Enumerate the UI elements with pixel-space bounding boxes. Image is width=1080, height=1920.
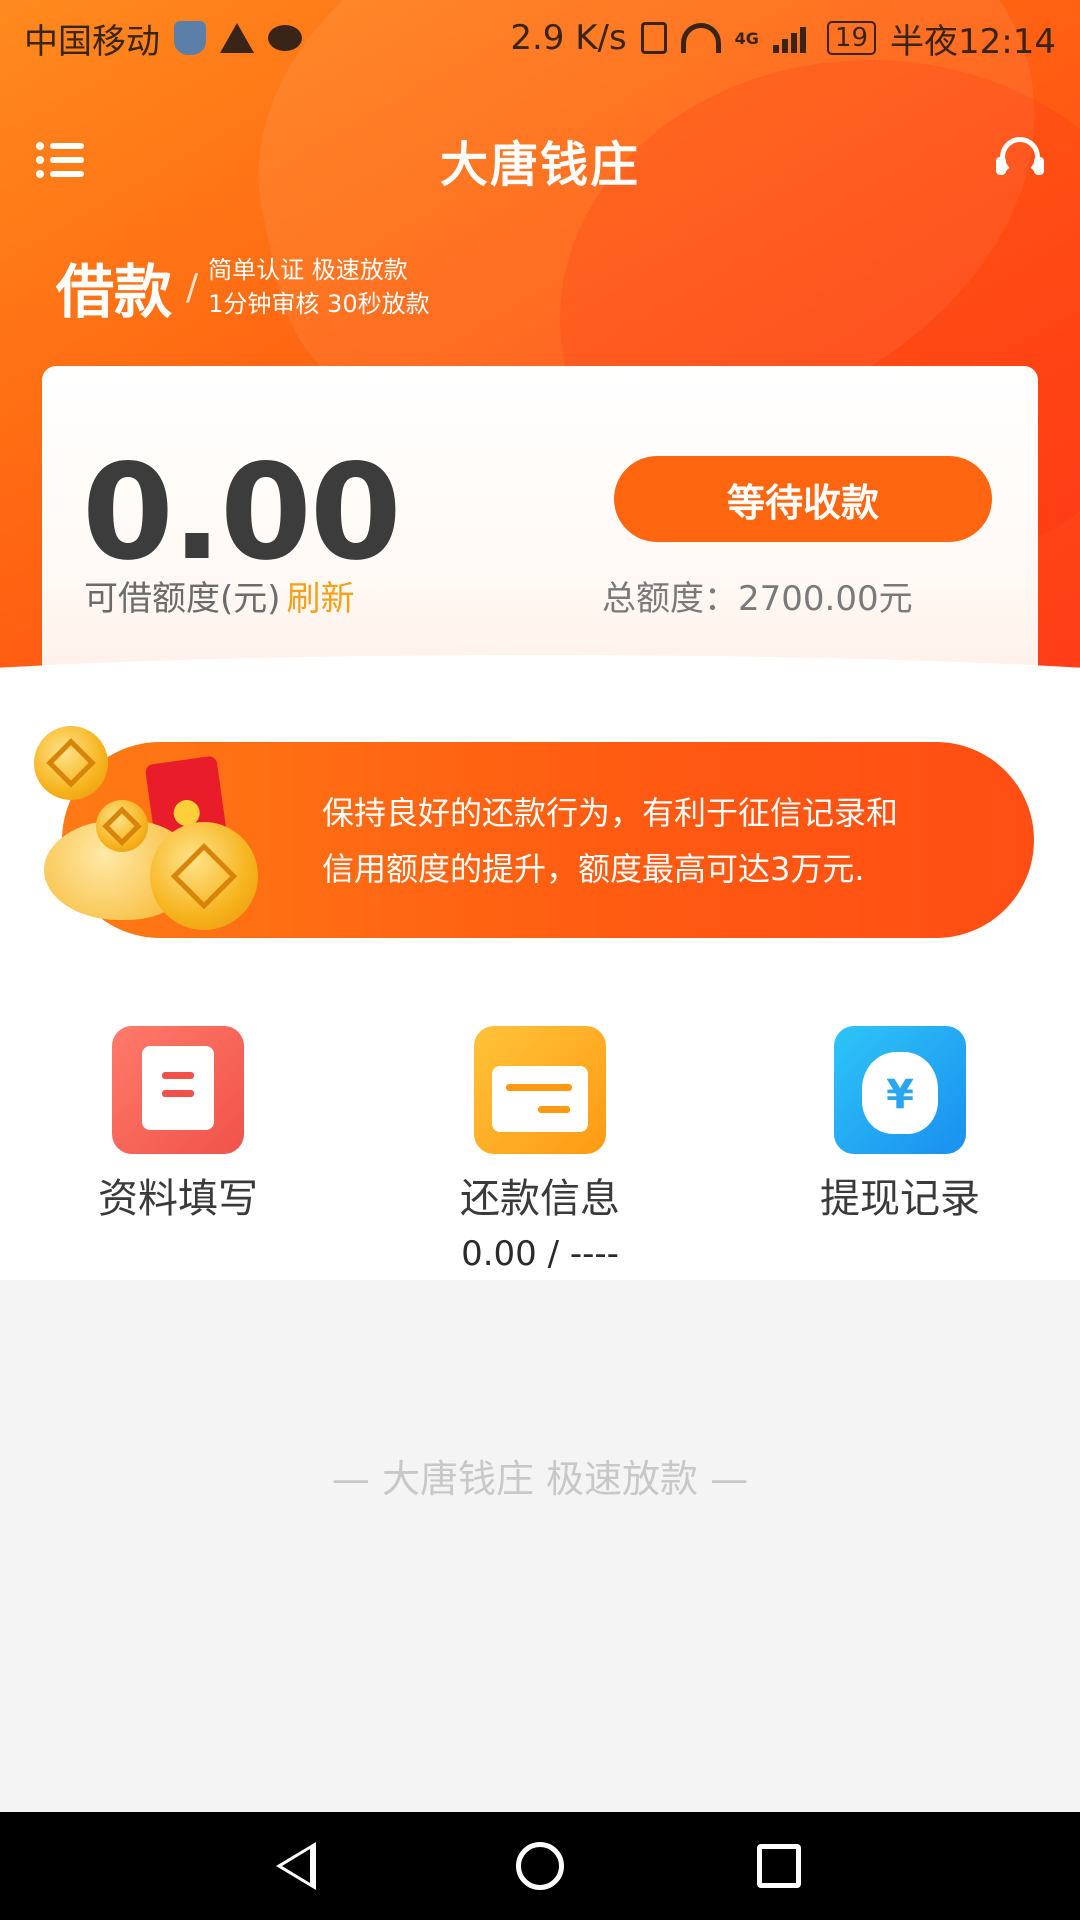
signal-icon [772,23,813,53]
home-icon[interactable] [516,1842,564,1890]
card-icon [474,1026,606,1154]
money-bag-icon: ¥ [834,1026,966,1154]
slogan-divider: / [186,266,199,308]
slogan-line-2: 1分钟审核 30秒放款 [208,290,430,318]
network-speed: 2.9 K/s [510,18,627,58]
status-bar: 中国移动 2.9 K/s 4G 19 半夜12:14 [0,0,1080,76]
system-navigation-bar [0,1812,1080,1920]
available-label: 可借额度(元) 刷新 [84,571,355,620]
coin-icon [96,800,148,852]
promo-text: 保持良好的还款行为，有利于征信记录和 信用额度的提升，额度最高可达3万元. [322,785,962,897]
action-profile[interactable]: 资料填写 [48,1026,308,1224]
battery-icon: 19 [826,21,877,55]
message-icon [268,25,302,51]
document-icon [112,1026,244,1154]
vibrate-icon [640,22,667,54]
page-title: 大唐钱庄 [439,137,640,193]
back-icon[interactable] [276,1842,316,1890]
wait-receive-button[interactable]: 等待收款 [614,456,992,542]
clock: 半夜12:14 [890,21,1056,62]
customer-service-icon[interactable] [995,137,1044,183]
slogan: 借款 / 简单认证 极速放款 1分钟审核 30秒放款 [56,245,430,329]
slogan-line-1: 简单认证 极速放款 [208,256,408,284]
action-label: 提现记录 [820,1176,980,1222]
carrier-label: 中国移动 [24,21,160,62]
footer-slogan: — 大唐钱庄 极速放款 — [331,1457,749,1501]
recent-apps-icon[interactable] [757,1844,801,1888]
refresh-link[interactable]: 刷新 [287,579,355,619]
menu-icon[interactable] [36,142,84,178]
yen-symbol: ¥ [862,1052,938,1134]
shield-icon [174,21,206,55]
total-credit-label: 总额度：2700.00元 [602,579,913,619]
warning-icon [220,23,254,53]
app-bar: 大唐钱庄 [0,100,1080,220]
action-repayment[interactable]: 还款信息 0.00 / ---- [410,1026,670,1274]
promo-line-2: 信用额度的提升，额度最高可达3万元. [322,850,865,888]
repayment-summary: 0.00 / ---- [461,1234,619,1274]
action-label: 资料填写 [98,1176,258,1222]
network-type-badge: 4G [734,28,759,48]
coin-icon [150,822,258,930]
wifi-icon [680,23,721,53]
slogan-title: 借款 [56,258,173,326]
app-screen: 中国移动 2.9 K/s 4G 19 半夜12:14 大唐钱庄 借款 / 简单认… [0,0,1080,1920]
available-amount: 0.00 [82,436,402,590]
available-label-text: 可借额度(元) [84,579,281,619]
action-label: 还款信息 [460,1176,620,1222]
promo-line-1: 保持良好的还款行为，有利于征信记录和 [322,794,899,832]
action-withdraw-records[interactable]: ¥ 提现记录 [770,1026,1030,1224]
coin-icon [34,726,108,800]
slogan-text: 简单认证 极速放款 1分钟审核 30秒放款 [208,253,429,321]
